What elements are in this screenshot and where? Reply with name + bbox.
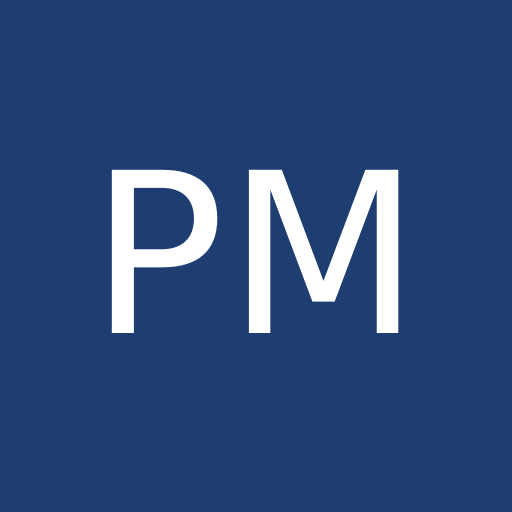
avatar-initials: PM bbox=[89, 125, 423, 386]
avatar: PM bbox=[0, 0, 512, 512]
